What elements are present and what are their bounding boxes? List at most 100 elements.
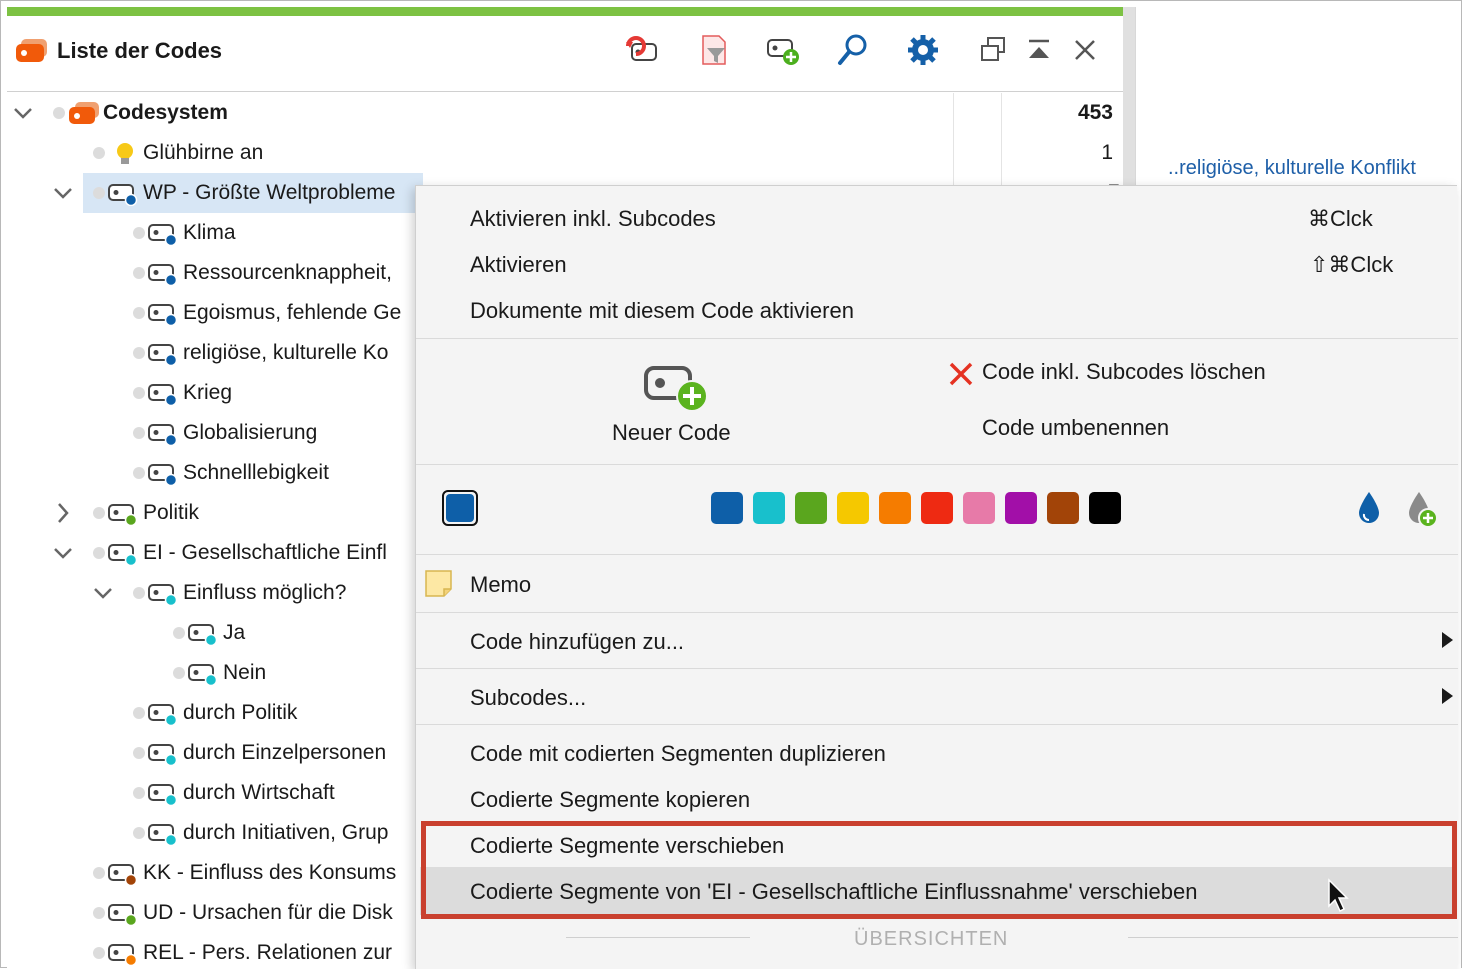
shortcut-label: ⇧⌘Clck — [1310, 252, 1394, 277]
activation-dot[interactable] — [173, 667, 185, 679]
activation-dot[interactable] — [93, 867, 105, 879]
code-tag-icon — [148, 304, 178, 326]
tree-row-label: Globalisierung — [183, 421, 318, 444]
tree-row-label: durch Politik — [183, 701, 298, 724]
color-swatch[interactable] — [1047, 492, 1079, 524]
code-tag-icon — [148, 224, 178, 246]
menu-separator — [416, 338, 1458, 339]
current-color-swatch[interactable] — [442, 490, 478, 526]
activation-dot[interactable] — [133, 467, 145, 479]
chevron-down-icon[interactable] — [93, 581, 113, 605]
activation-dot[interactable] — [133, 587, 145, 599]
menu-item-duplicate[interactable]: Code mit codierten Segmenten duplizieren — [470, 741, 886, 767]
color-swatch[interactable] — [837, 492, 869, 524]
code-tag-icon — [108, 944, 138, 966]
chevron-down-icon[interactable] — [53, 541, 73, 565]
tree-row-label: Ressourcenknappheit, — [183, 261, 392, 284]
close-icon[interactable] — [1067, 32, 1103, 68]
activation-dot[interactable] — [93, 947, 105, 959]
activation-dot[interactable] — [133, 307, 145, 319]
chevron-right-icon[interactable] — [53, 501, 73, 525]
code-tag-icon — [148, 784, 178, 806]
color-swatch[interactable] — [795, 492, 827, 524]
menu-item-add-code-to[interactable]: Code hinzufügen zu... — [470, 629, 684, 655]
activation-dot[interactable] — [93, 187, 105, 199]
activation-dot[interactable] — [133, 267, 145, 279]
activation-dot[interactable] — [133, 347, 145, 359]
tree-row[interactable]: WP - Größte Weltprobleme7 — [54, 173, 1120, 213]
segment-count: 453 — [1077, 101, 1113, 124]
tree-row[interactable]: Glühbirne an 1 — [7, 133, 1123, 173]
menu-item-subcodes[interactable]: Subcodes... — [470, 685, 586, 711]
custom-color-icon[interactable] — [1406, 490, 1440, 530]
code-tag-icon — [108, 544, 138, 566]
menu-item-activate-documents[interactable]: Dokumente mit diesem Code aktivieren — [470, 298, 854, 324]
activation-dot[interactable] — [133, 787, 145, 799]
menu-item-activate-incl-subcodes[interactable]: Aktivieren inkl. Subcodes — [470, 206, 716, 232]
tree-row-label: Nein — [223, 661, 267, 684]
activation-dot[interactable] — [173, 627, 185, 639]
submenu-arrow-icon — [1442, 688, 1453, 704]
code-tag-icon — [108, 504, 138, 526]
color-swatch[interactable] — [879, 492, 911, 524]
panel-header: Liste der Codes — [7, 16, 1123, 92]
code-tag-icon — [148, 744, 178, 766]
activation-dot[interactable] — [93, 547, 105, 559]
color-swatch[interactable] — [1005, 492, 1037, 524]
code-tag-icon — [148, 704, 178, 726]
activation-dot[interactable] — [133, 827, 145, 839]
tree-row[interactable]: Codesystem 453 — [7, 93, 1123, 133]
menu-item-rename-code[interactable]: Code umbenennen — [982, 415, 1169, 441]
color-swatch[interactable] — [921, 492, 953, 524]
undock-icon[interactable] — [975, 32, 1011, 68]
menu-separator — [416, 464, 1458, 465]
tree-row-label: REL - Pers. Relationen zur — [143, 941, 392, 964]
code-tag-icon — [148, 464, 178, 486]
menu-item-memo[interactable]: Memo — [470, 572, 531, 598]
color-swatch[interactable] — [963, 492, 995, 524]
new-code-button[interactable]: Neuer Code — [596, 354, 756, 454]
activation-dot[interactable] — [53, 107, 65, 119]
code-tag-icon — [108, 864, 138, 886]
tree-row-label: Politik — [143, 501, 200, 524]
menu-item-move-segments-from[interactable]: Codierte Segmente von 'EI - Gesellschaft… — [470, 879, 1197, 905]
search-icon[interactable] — [835, 32, 871, 68]
new-code-icon[interactable] — [765, 32, 801, 68]
menu-item-activate[interactable]: Aktivieren — [470, 252, 567, 278]
gear-icon[interactable] — [905, 32, 941, 68]
code-tag-icon — [148, 264, 178, 286]
menu-separator — [416, 668, 1458, 669]
activation-dot[interactable] — [93, 907, 105, 919]
color-swatch[interactable] — [1089, 492, 1121, 524]
context-menu: Aktivieren inkl. Subcodes ⌘Clck Aktivier… — [415, 185, 1458, 969]
color-swatch[interactable] — [753, 492, 785, 524]
menu-separator — [416, 724, 1458, 725]
menu-item-copy-segments[interactable]: Codierte Segmente kopieren — [470, 787, 750, 813]
section-divider — [566, 937, 750, 938]
tree-row-label: Einfluss möglich? — [183, 581, 347, 604]
menu-item-delete-code[interactable]: Code inkl. Subcodes löschen — [982, 359, 1266, 385]
tree-row-label: Codesystem — [103, 101, 228, 124]
collapse-icon[interactable] — [1021, 32, 1057, 68]
chevron-down-icon[interactable] — [13, 101, 33, 125]
new-code-label: Neuer Code — [612, 420, 731, 445]
filter-icon[interactable] — [695, 32, 731, 68]
code-tag-icon — [188, 624, 218, 646]
menu-item-move-segments[interactable]: Codierte Segmente verschieben — [470, 833, 784, 859]
activation-dot[interactable] — [93, 147, 105, 159]
activation-dot[interactable] — [133, 387, 145, 399]
tree-row-label: KK - Einfluss des Konsums — [143, 861, 397, 884]
reset-activations-icon[interactable] — [624, 32, 660, 68]
code-tag-icon — [148, 824, 178, 846]
activation-dot[interactable] — [133, 227, 145, 239]
activation-dot[interactable] — [93, 507, 105, 519]
chevron-down-icon[interactable] — [53, 181, 73, 205]
delete-icon — [949, 362, 973, 386]
activation-dot[interactable] — [133, 427, 145, 439]
shortcut-label: ⌘Clck — [1308, 206, 1373, 231]
color-swatch[interactable] — [711, 492, 743, 524]
color-drop-icon[interactable] — [1356, 490, 1382, 526]
new-code-icon — [644, 366, 708, 412]
activation-dot[interactable] — [133, 747, 145, 759]
activation-dot[interactable] — [133, 707, 145, 719]
